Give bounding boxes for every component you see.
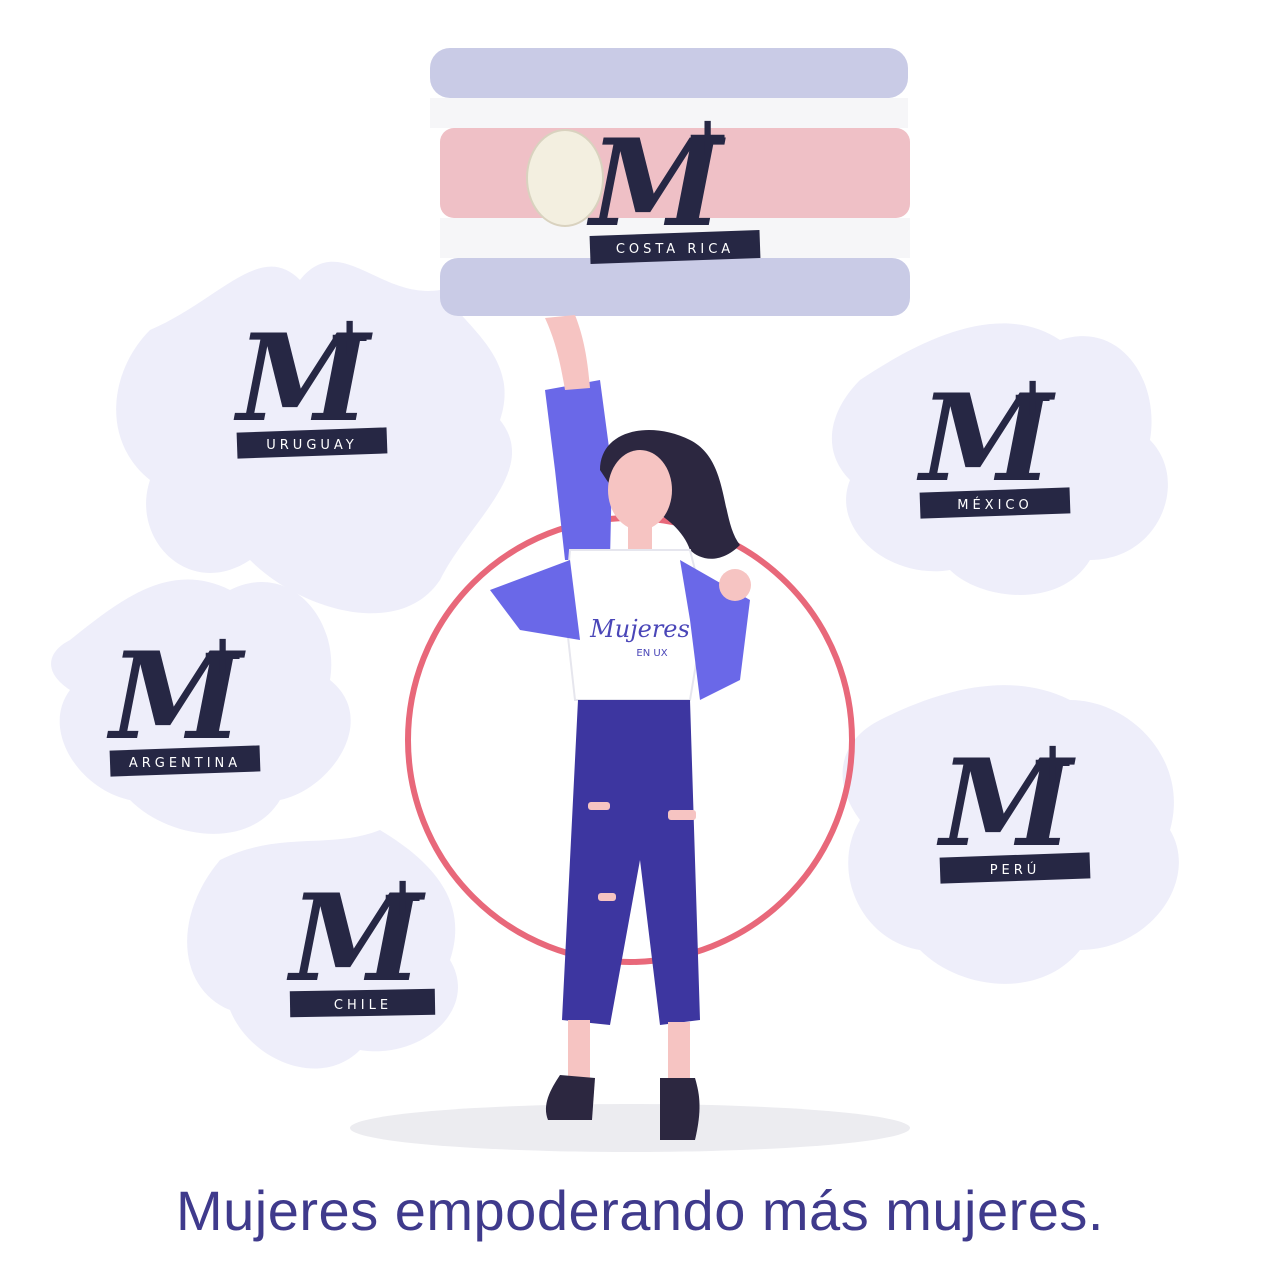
shoe-right	[660, 1078, 700, 1140]
ankle	[668, 1022, 690, 1082]
plus-icon: +	[380, 865, 425, 928]
plus-icon: +	[685, 105, 730, 168]
rip	[588, 802, 610, 810]
shirt-sub: EN UX	[636, 648, 667, 659]
logo-label-peru: PERÚ	[990, 862, 1041, 878]
shoe-left	[545, 1075, 595, 1120]
logo-argentina: M + ARGENTINA	[105, 623, 275, 798]
logo-label-mexico: MÉXICO	[957, 497, 1032, 513]
logo-peru: M + PERÚ	[935, 730, 1105, 905]
logo-costa-rica: M + COSTA RICA	[585, 105, 765, 275]
logo-uruguay: M + URUGUAY	[232, 305, 402, 480]
plus-icon: +	[1030, 730, 1075, 793]
rip	[668, 810, 696, 820]
rip	[598, 893, 616, 901]
fist	[719, 569, 751, 601]
face	[608, 450, 672, 530]
woman-figure: Mujeres EN UX	[490, 315, 751, 1140]
logo-chile: M + CHILE	[285, 865, 455, 1040]
logo-label-costa-rica: COSTA RICA	[616, 242, 734, 257]
floor-shadow	[350, 1104, 910, 1152]
logo-label-chile: CHILE	[334, 998, 392, 1013]
raised-arm	[545, 315, 590, 390]
logo-mexico: M + MÉXICO	[915, 365, 1085, 540]
jacket-left	[490, 560, 580, 640]
plus-icon: +	[327, 305, 372, 368]
logo-label-argentina: ARGENTINA	[129, 756, 241, 771]
plus-icon: +	[200, 623, 245, 686]
ankle	[568, 1020, 590, 1080]
plus-icon: +	[1010, 365, 1055, 428]
tagline: Mujeres empoderando más mujeres.	[176, 1179, 1104, 1242]
logo-label-uruguay: URUGUAY	[266, 438, 357, 453]
shirt-brand: Mujeres	[589, 615, 690, 643]
jeans	[562, 700, 700, 1025]
